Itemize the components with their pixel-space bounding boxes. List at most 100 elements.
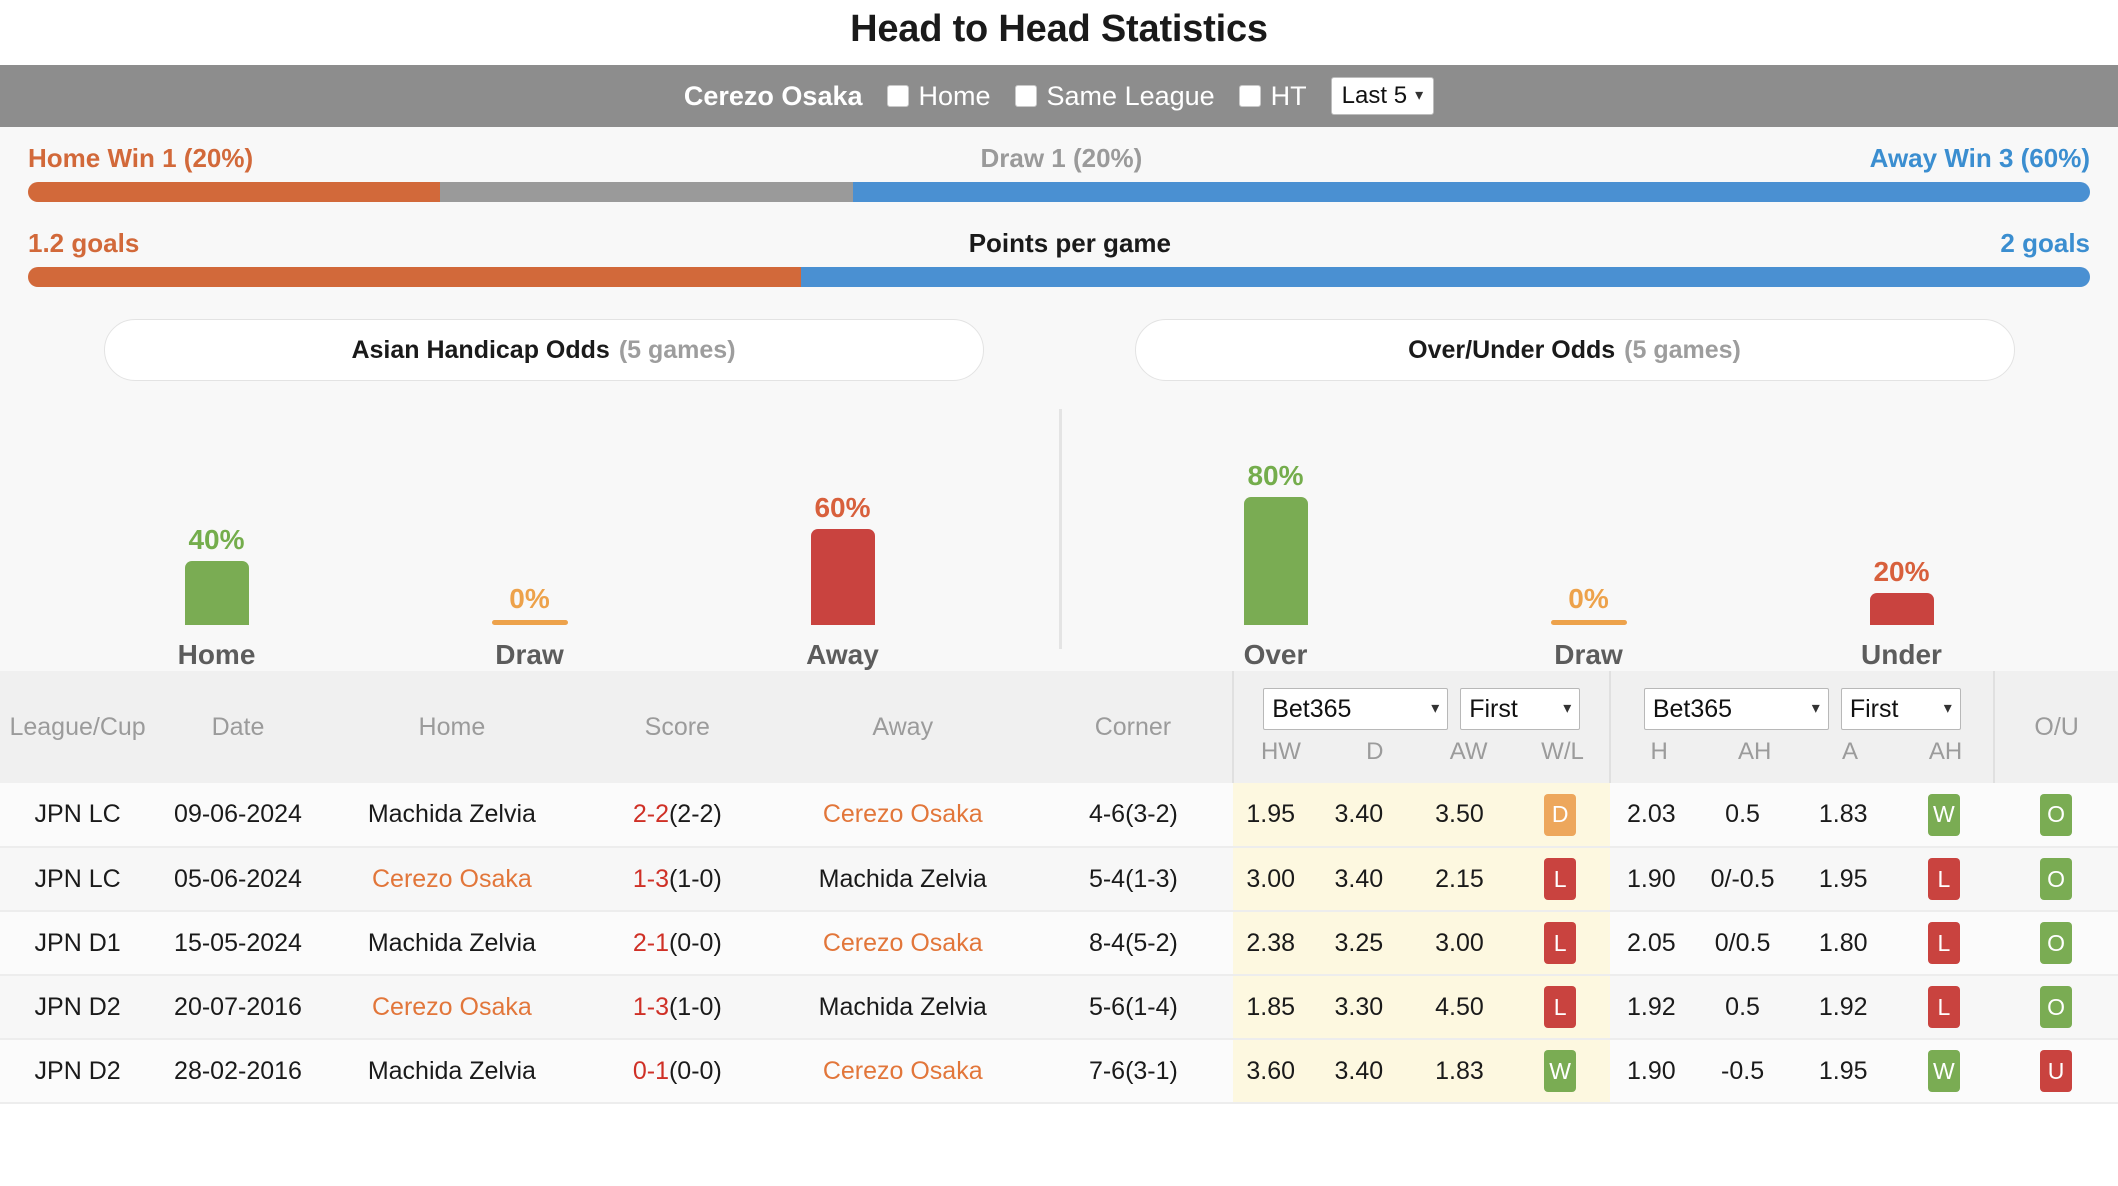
cell-hw: 2.38 xyxy=(1233,911,1309,976)
cell-aw: 2.15 xyxy=(1409,847,1510,912)
period-select-2[interactable]: First ▾ xyxy=(1840,688,1961,730)
cell-ah1: 0/0.5 xyxy=(1692,911,1793,976)
checkbox-icon[interactable] xyxy=(1238,85,1261,107)
table-row[interactable]: JPN LC 05-06-2024 Cerezo Osaka 1-3(1-0) Mach… xyxy=(0,847,2118,912)
cell-d: 3.40 xyxy=(1308,847,1410,912)
cell-date: 05-06-2024 xyxy=(155,847,321,912)
cell-hw: 3.00 xyxy=(1233,847,1309,912)
draw-label: Draw 1 (20%) xyxy=(980,143,1143,173)
filter-checkbox-home[interactable]: Home xyxy=(886,80,991,112)
filter-checkbox-same-league-label: Same League xyxy=(1046,80,1215,111)
ah-label-away: Away xyxy=(806,639,879,670)
cell-away: Cerezo Osaka xyxy=(771,1039,1034,1104)
cell-ou: O xyxy=(1994,783,2118,848)
checkbox-icon[interactable] xyxy=(886,85,909,107)
cell-hw: 1.85 xyxy=(1233,975,1309,1040)
table-row[interactable]: JPN D2 20-07-2016 Cerezo Osaka 1-3(1-0) Mach… xyxy=(0,975,2118,1040)
points-per-game-labels-row: 1.2 goals Points per game 2 goals xyxy=(28,228,2090,259)
cell-aw: 1.83 xyxy=(1409,1039,1510,1104)
table-body: JPN LC 09-06-2024 Machida Zelvia 2-2(2-2) Ce… xyxy=(0,783,2118,1104)
th-a: A xyxy=(1842,738,1859,765)
cell-home: Machida Zelvia xyxy=(320,1039,583,1104)
head-to-head-table: League/Cup Date Home Score Away Corner B… xyxy=(0,671,2118,1104)
cell-a: 1.83 xyxy=(1792,783,1894,848)
cell-aw: 3.50 xyxy=(1409,783,1510,848)
away-win-label: Away Win 3 (60%) xyxy=(1869,143,2090,173)
filter-bar: Cerezo Osaka Home Same League HT Last 5 … xyxy=(0,65,2118,127)
checkbox-icon[interactable] xyxy=(1014,85,1037,107)
ou-bar-draw: 0% Draw xyxy=(1499,583,1679,671)
match-range-select[interactable]: Last 5 ▾ xyxy=(1330,77,1435,115)
tab-asian-handicap-odds[interactable]: Asian Handicap Odds (5 games) xyxy=(103,319,984,381)
content-area: Home Win 1 (20%) Draw 1 (20%) Away Win 3… xyxy=(0,127,2118,1104)
chevron-down-icon: ▾ xyxy=(1811,700,1820,717)
th-d: D xyxy=(1366,738,1384,765)
cell-ou: O xyxy=(1994,975,2118,1040)
cell-home: Machida Zelvia xyxy=(320,783,583,848)
ah-rect-away xyxy=(810,529,875,625)
th-h: H xyxy=(1650,738,1668,765)
cell-league: JPN D1 xyxy=(0,911,156,976)
filter-checkbox-home-label: Home xyxy=(918,80,991,111)
cell-a: 1.95 xyxy=(1792,847,1894,912)
filter-checkbox-same-league[interactable]: Same League xyxy=(1014,80,1215,112)
ah-value-home: 40% xyxy=(188,524,245,555)
table-row[interactable]: JPN D2 28-02-2016 Machida Zelvia 0-1(0-0) Ce… xyxy=(0,1039,2118,1104)
cell-ah1: 0/-0.5 xyxy=(1692,847,1793,912)
period-select-1[interactable]: First ▾ xyxy=(1460,688,1581,730)
ppg-segment-home xyxy=(28,267,802,287)
cell-hw: 3.60 xyxy=(1233,1039,1309,1104)
cell-ah2: L xyxy=(1893,911,1995,976)
cell-a: 1.95 xyxy=(1792,1039,1894,1104)
cell-date: 15-05-2024 xyxy=(155,911,321,976)
cell-ou: O xyxy=(1994,847,2118,912)
th-date: Date xyxy=(155,671,321,783)
th-odds-group-2: Bet365 ▾ First ▾ H AH A AH xyxy=(1609,671,1995,783)
chevron-down-icon: ▾ xyxy=(1415,87,1424,104)
ou-value-under: 20% xyxy=(1873,556,1930,587)
cell-ah2: L xyxy=(1893,975,1995,1040)
th-ah1: AH xyxy=(1737,738,1772,765)
ppg-title: Points per game xyxy=(968,228,1171,258)
match-range-select-value: Last 5 xyxy=(1341,82,1408,109)
cell-ah1: 0.5 xyxy=(1692,783,1793,848)
cell-score: 2-1(0-0) xyxy=(582,911,772,976)
ah-rect-draw xyxy=(491,620,568,625)
cell-score: 0-1(0-0) xyxy=(582,1039,772,1104)
cell-home: Cerezo Osaka xyxy=(320,847,583,912)
chevron-down-icon: ▾ xyxy=(1943,700,1952,717)
cell-ou: O xyxy=(1994,911,2118,976)
over-under-chart: 80% Over 0% Draw 20% Under xyxy=(1059,411,2118,671)
table-header-row: League/Cup Date Home Score Away Corner B… xyxy=(0,671,2118,783)
cell-h: 1.90 xyxy=(1610,1039,1693,1104)
tab-over-under-odds[interactable]: Over/Under Odds (5 games) xyxy=(1134,319,2015,381)
chart-divider xyxy=(1059,409,1062,649)
cell-league: JPN D2 xyxy=(0,975,156,1040)
cell-corner: 4-6(3-2) xyxy=(1033,783,1233,848)
th-corner: Corner xyxy=(1033,671,1233,783)
outcome-segment-home xyxy=(28,182,441,202)
ou-value-over: 80% xyxy=(1247,460,1304,491)
ou-label-draw: Draw xyxy=(1554,639,1623,670)
cell-wl: L xyxy=(1509,911,1611,976)
bookmaker-select-2[interactable]: Bet365 ▾ xyxy=(1643,688,1829,730)
table-row[interactable]: JPN LC 09-06-2024 Machida Zelvia 2-2(2-2) Ce… xyxy=(0,783,2118,848)
th-wl: W/L xyxy=(1541,738,1584,765)
ou-label-over: Over xyxy=(1243,639,1308,670)
ppg-home-value: 1.2 goals xyxy=(28,228,140,258)
bookmaker-select-1-value: Bet365 xyxy=(1272,694,1352,723)
tab-over-under-odds-count: (5 games) xyxy=(1624,335,1741,364)
cell-away: Cerezo Osaka xyxy=(771,783,1034,848)
bookmaker-select-1[interactable]: Bet365 ▾ xyxy=(1263,688,1449,730)
filter-checkbox-ht[interactable]: HT xyxy=(1238,81,1307,112)
th-league: League/Cup xyxy=(0,671,156,783)
home-win-label: Home Win 1 (20%) xyxy=(28,143,254,173)
cell-corner: 7-6(3-1) xyxy=(1033,1039,1233,1104)
period-select-1-value: First xyxy=(1469,694,1518,723)
cell-ah1: 0.5 xyxy=(1692,975,1793,1040)
cell-wl: W xyxy=(1509,1039,1611,1104)
ppg-away-value: 2 goals xyxy=(2000,228,2090,258)
table-row[interactable]: JPN D1 15-05-2024 Machida Zelvia 2-1(0-0) Ce… xyxy=(0,911,2118,976)
chevron-down-icon: ▾ xyxy=(1563,700,1572,717)
cell-league: JPN LC xyxy=(0,847,156,912)
